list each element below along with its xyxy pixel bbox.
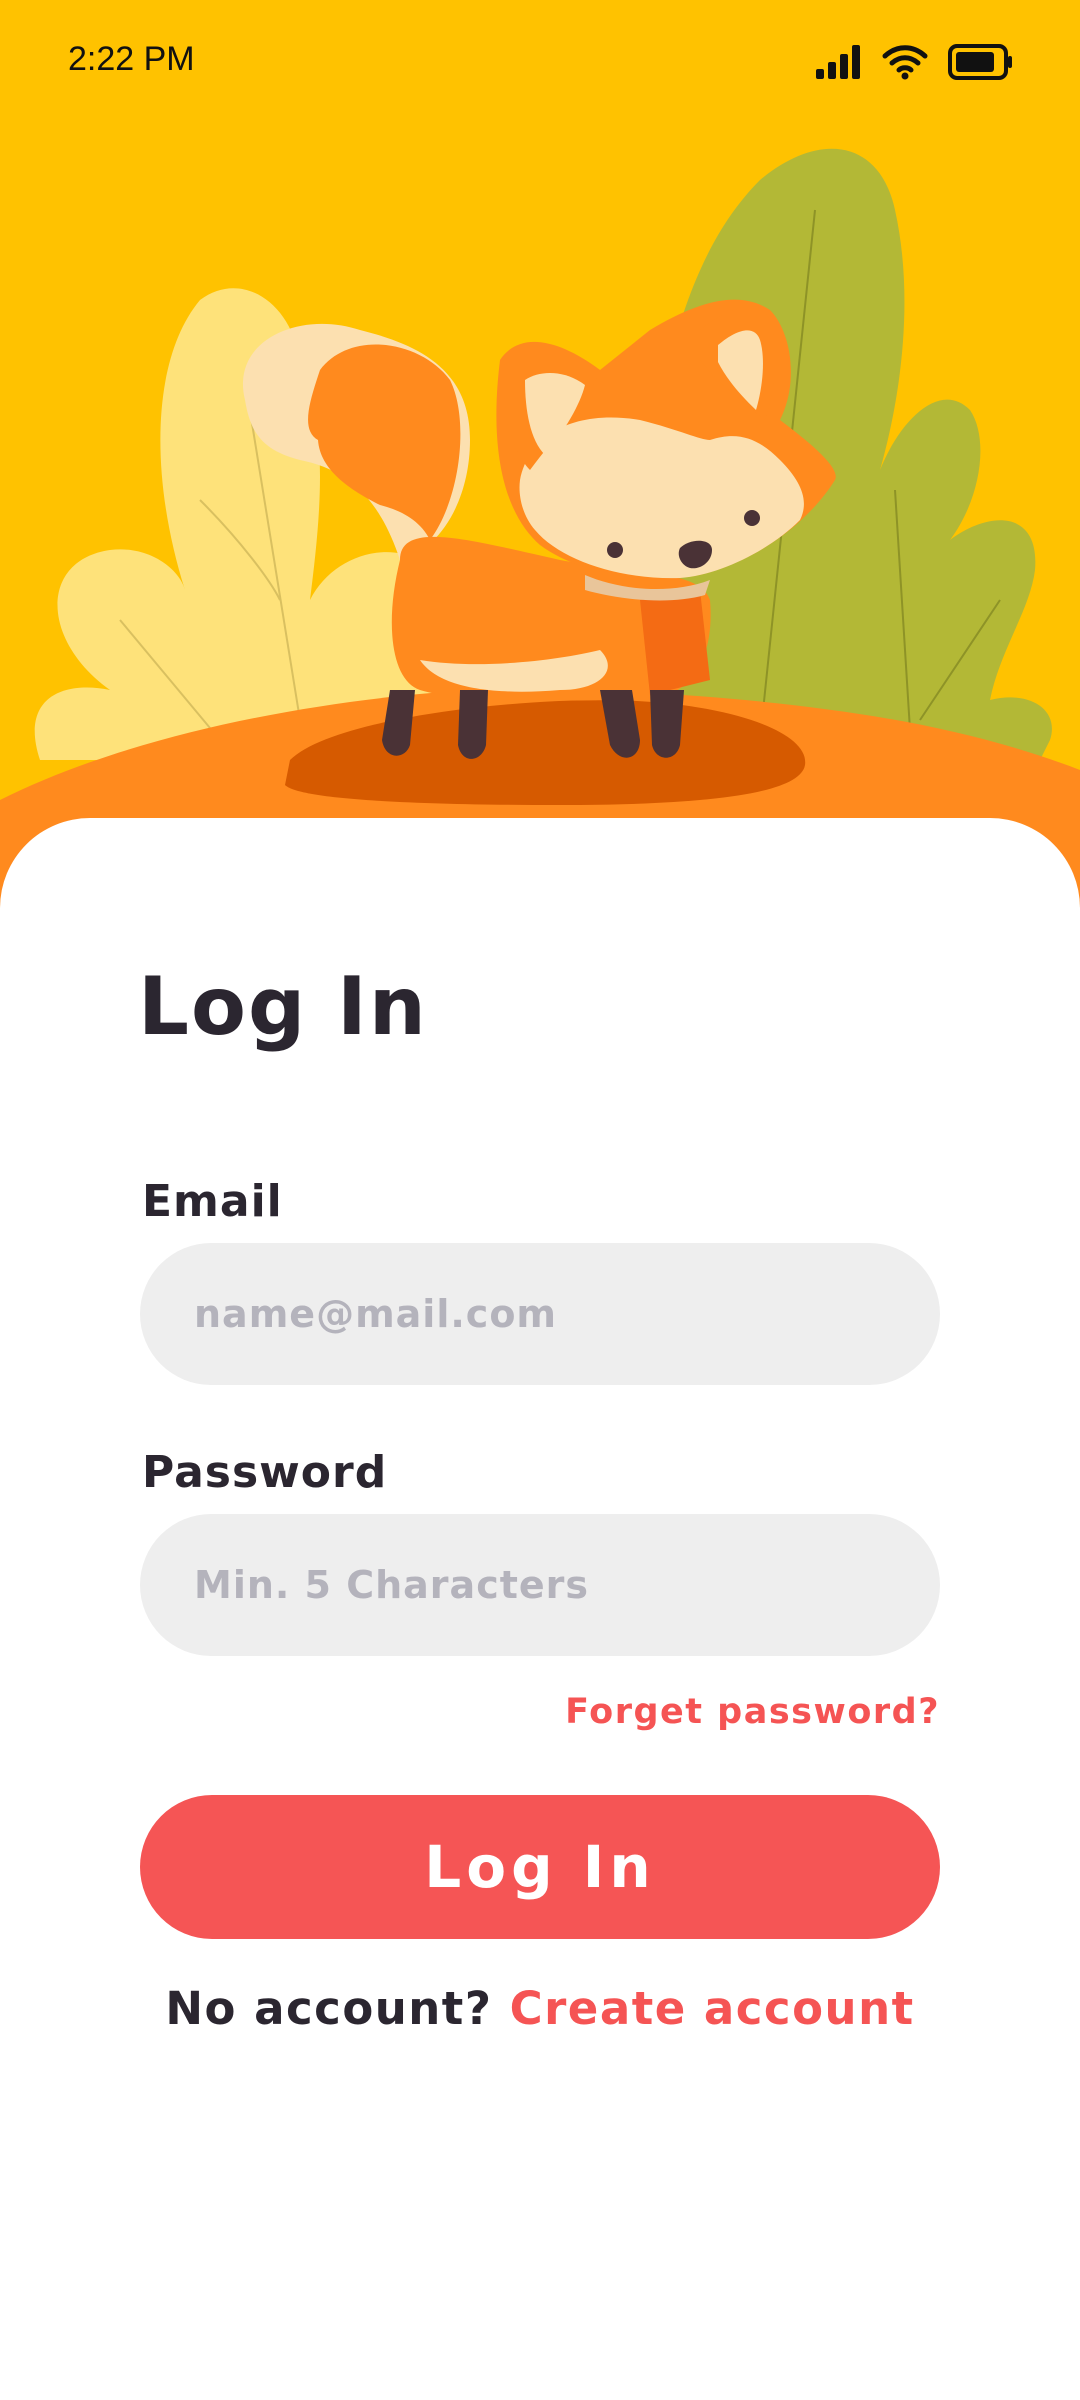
signal-icon [816,45,860,79]
status-bar: 2:22 PM [0,0,1080,124]
signup-row: No account? Create account [0,1982,1080,2035]
password-label: Password [142,1447,388,1498]
hero-illustration [0,0,1080,940]
password-field[interactable] [192,1562,888,1608]
login-button[interactable]: Log In [140,1795,940,1939]
fox-illustration [0,148,1080,940]
battery-icon [948,44,1012,80]
no-account-text: No account? [165,1982,493,2035]
email-label: Email [142,1176,283,1227]
status-icons [816,44,1014,80]
forgot-password-link[interactable]: Forget password? [565,1692,940,1732]
page-title: Log In [138,960,428,1053]
email-field[interactable] [192,1291,888,1337]
status-time: 2:22 PM [68,40,195,78]
email-field-container [140,1243,940,1385]
wifi-icon [882,45,928,80]
create-account-link[interactable]: Create account [510,1982,915,2035]
password-field-container [140,1514,940,1656]
